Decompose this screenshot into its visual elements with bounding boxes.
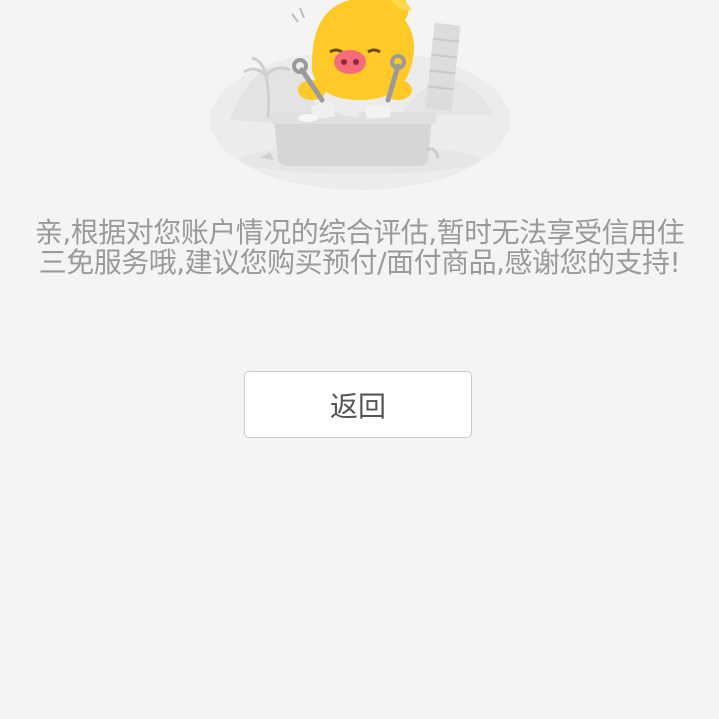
mascot-pig-icon: [291, 0, 414, 103]
page: 亲,根据对您账户情况的综合评估,暂时无法享受信用住三免服务哦,建议您购买预付/面…: [0, 0, 719, 719]
mascot-illustration: [210, 0, 510, 190]
eligibility-message: 亲,根据对您账户情况的综合评估,暂时无法享受信用住三免服务哦,建议您购买预付/面…: [34, 216, 685, 279]
back-button[interactable]: 返回: [244, 371, 472, 438]
